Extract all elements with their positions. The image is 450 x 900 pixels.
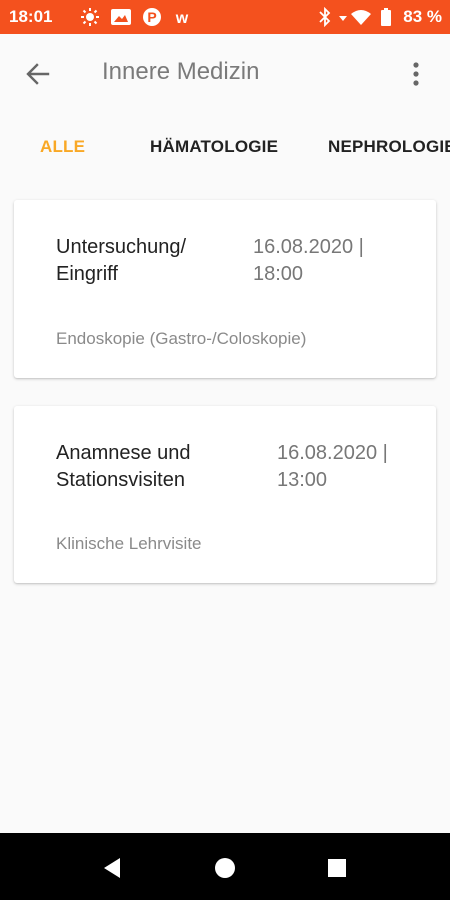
card-date: 16.08.2020 | xyxy=(253,236,364,258)
tab-nephrologie[interactable]: NEPHROLOGIE xyxy=(328,137,450,157)
appointment-card[interactable]: Untersuchung/ Eingriff 16.08.2020 | 18:0… xyxy=(14,200,436,378)
nav-home-button[interactable] xyxy=(208,851,242,885)
card-title: Untersuchung/ Eingriff xyxy=(56,234,186,288)
status-bar: 18:01 P w 83 % xyxy=(0,0,450,34)
weather-icon xyxy=(80,6,100,28)
svg-text:w: w xyxy=(175,10,189,27)
battery-icon xyxy=(380,6,392,28)
app-p-icon: P xyxy=(142,6,162,28)
status-time: 18:01 xyxy=(9,7,53,26)
arrow-back-icon xyxy=(26,63,50,85)
gallery-icon xyxy=(110,6,132,28)
data-arrow-icon xyxy=(338,6,348,28)
page-title: Innere Medizin xyxy=(102,58,260,85)
card-title: Anamnese und Stationsvisiten xyxy=(56,440,191,494)
square-recents-icon xyxy=(328,859,346,877)
nav-back-button[interactable] xyxy=(95,851,129,885)
card-title-line2: Eingriff xyxy=(56,263,118,285)
appointment-card[interactable]: Anamnese und Stationsvisiten 16.08.2020 … xyxy=(14,406,436,583)
card-subtitle: Klinische Lehrvisite xyxy=(56,534,202,553)
overflow-menu-button[interactable] xyxy=(396,54,436,94)
system-nav-bar xyxy=(0,833,450,900)
tab-haematologie[interactable]: HÄMATOLOGIE xyxy=(150,137,278,157)
bluetooth-icon xyxy=(318,6,332,28)
svg-text:P: P xyxy=(147,9,156,25)
card-time: 18:00 xyxy=(253,263,304,285)
card-title-line1: Anamnese und xyxy=(56,442,191,464)
card-time: 13:00 xyxy=(277,469,328,491)
wifi-icon xyxy=(350,6,372,28)
more-vert-icon xyxy=(413,62,419,86)
card-title-line2: Stationsvisiten xyxy=(56,469,185,491)
card-datetime: 16.08.2020 | 13:00 xyxy=(277,440,388,494)
app-bar: Innere Medizin xyxy=(0,34,450,114)
nav-recents-button[interactable] xyxy=(320,851,354,885)
battery-percent: 83 % xyxy=(403,7,442,26)
card-title-line1: Untersuchung/ xyxy=(56,236,187,258)
tab-bar: ALLE HÄMATOLOGIE NEPHROLOGIE xyxy=(0,120,450,172)
circle-home-icon xyxy=(215,858,235,878)
card-subtitle: Endoskopie (Gastro-/Coloskopie) xyxy=(56,329,307,348)
app-w-icon: w xyxy=(172,6,192,28)
triangle-back-icon xyxy=(104,858,120,878)
card-date: 16.08.2020 | xyxy=(277,442,388,464)
tab-alle[interactable]: ALLE xyxy=(40,137,85,157)
card-datetime: 16.08.2020 | 18:00 xyxy=(253,234,364,288)
back-button[interactable] xyxy=(18,54,58,94)
